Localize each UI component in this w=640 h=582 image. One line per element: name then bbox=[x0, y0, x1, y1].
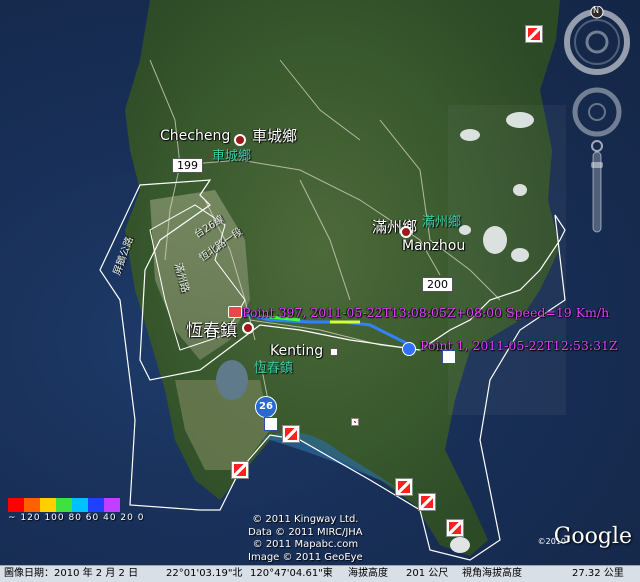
legend-swatch bbox=[72, 498, 88, 512]
town-label-hengchun-cn: 恆春鎮 bbox=[186, 321, 237, 341]
town-marker-kenting[interactable] bbox=[330, 348, 338, 356]
nav-control-graphic bbox=[564, 5, 630, 233]
legend-labels: ~ 120 100 80 60 40 20 0 bbox=[8, 513, 145, 523]
track-start-marker-icon[interactable] bbox=[402, 342, 416, 356]
poi-marker-icon[interactable] bbox=[418, 493, 436, 511]
poi-marker-icon[interactable] bbox=[446, 519, 464, 537]
town-label-manzhou-green: 滿州鄉 bbox=[422, 215, 462, 230]
speed-legend: ~ 120 100 80 60 40 20 0 bbox=[8, 498, 144, 523]
image-date: 圖像日期：2010 年 2 月 2 日 bbox=[4, 568, 139, 579]
look-joystick bbox=[585, 30, 609, 54]
map-viewport[interactable]: Checheng 車城鄉 車城鄉 滿州鄉 滿州鄉 Manzhou Kenting… bbox=[0, 0, 640, 565]
poi-marker-icon[interactable] bbox=[282, 425, 300, 443]
poi-marker-icon[interactable] bbox=[395, 478, 413, 496]
legend-swatch bbox=[56, 498, 72, 512]
track-point-397-label: Point 397, 2011-05-22T13:08:05Z+08:00 Sp… bbox=[242, 305, 610, 320]
navigation-controls: N bbox=[564, 5, 630, 240]
elevation-label: 海拔高度 bbox=[348, 568, 388, 579]
town-label-hengchun-green: 恆春鎮 bbox=[254, 361, 294, 376]
track-end-marker-icon[interactable] bbox=[228, 306, 242, 318]
credit-line: Data © 2011 MIRC/JHA bbox=[248, 526, 363, 538]
lake bbox=[216, 360, 248, 400]
town-label-checheng-green: 車城鄉 bbox=[212, 149, 252, 164]
elevation-value: 201 公尺 bbox=[406, 568, 449, 579]
eye-altitude-value: 27.32 公里 bbox=[572, 568, 624, 579]
road-shield-199: 199 bbox=[172, 158, 203, 173]
poi-marker-icon[interactable] bbox=[351, 418, 359, 426]
legend-swatch bbox=[40, 498, 56, 512]
town-label-checheng-cn: 車城鄉 bbox=[252, 127, 298, 145]
credit-line: © 2011 Kingway Ltd. bbox=[252, 514, 359, 525]
credit-line: © 2011 Mapabc.com bbox=[252, 539, 359, 550]
compass-north-label: N bbox=[593, 6, 599, 15]
longitude-readout: 120°47'04.61"東 bbox=[250, 568, 333, 579]
legend-swatch bbox=[8, 498, 24, 512]
attribution: © 2011 Kingway Ltd. Data © 2011 MIRC/JHA… bbox=[248, 514, 363, 564]
poi-marker-icon[interactable] bbox=[231, 461, 249, 479]
town-marker-manzhou[interactable] bbox=[400, 226, 412, 238]
legend-swatch bbox=[88, 498, 104, 512]
poi-marker-icon[interactable] bbox=[525, 25, 543, 43]
legend-swatch bbox=[104, 498, 120, 512]
town-label-checheng-en: Checheng bbox=[160, 128, 231, 144]
credit-line: Image © 2011 GeoEye bbox=[248, 551, 363, 563]
town-marker-hengchun[interactable] bbox=[242, 322, 254, 334]
latitude-readout: 22°01'03.19"北 bbox=[166, 568, 243, 579]
photo-icon[interactable] bbox=[442, 350, 456, 364]
status-bar: 圖像日期：2010 年 2 月 2 日 22°01'03.19"北 120°47… bbox=[0, 565, 640, 582]
road-shield-200: 200 bbox=[422, 277, 453, 292]
eye-altitude-label: 視角海拔高度 bbox=[462, 568, 522, 579]
legend-swatch bbox=[24, 498, 40, 512]
road-shield-26: 26 bbox=[255, 396, 277, 418]
legend-color-bar bbox=[8, 498, 144, 512]
google-logo: Google bbox=[553, 524, 632, 549]
satellite-imagery bbox=[99, 0, 566, 561]
move-joystick-ring bbox=[572, 87, 622, 137]
town-label-manzhou-en: Manzhou bbox=[402, 238, 466, 254]
photo-icon[interactable] bbox=[264, 417, 278, 431]
